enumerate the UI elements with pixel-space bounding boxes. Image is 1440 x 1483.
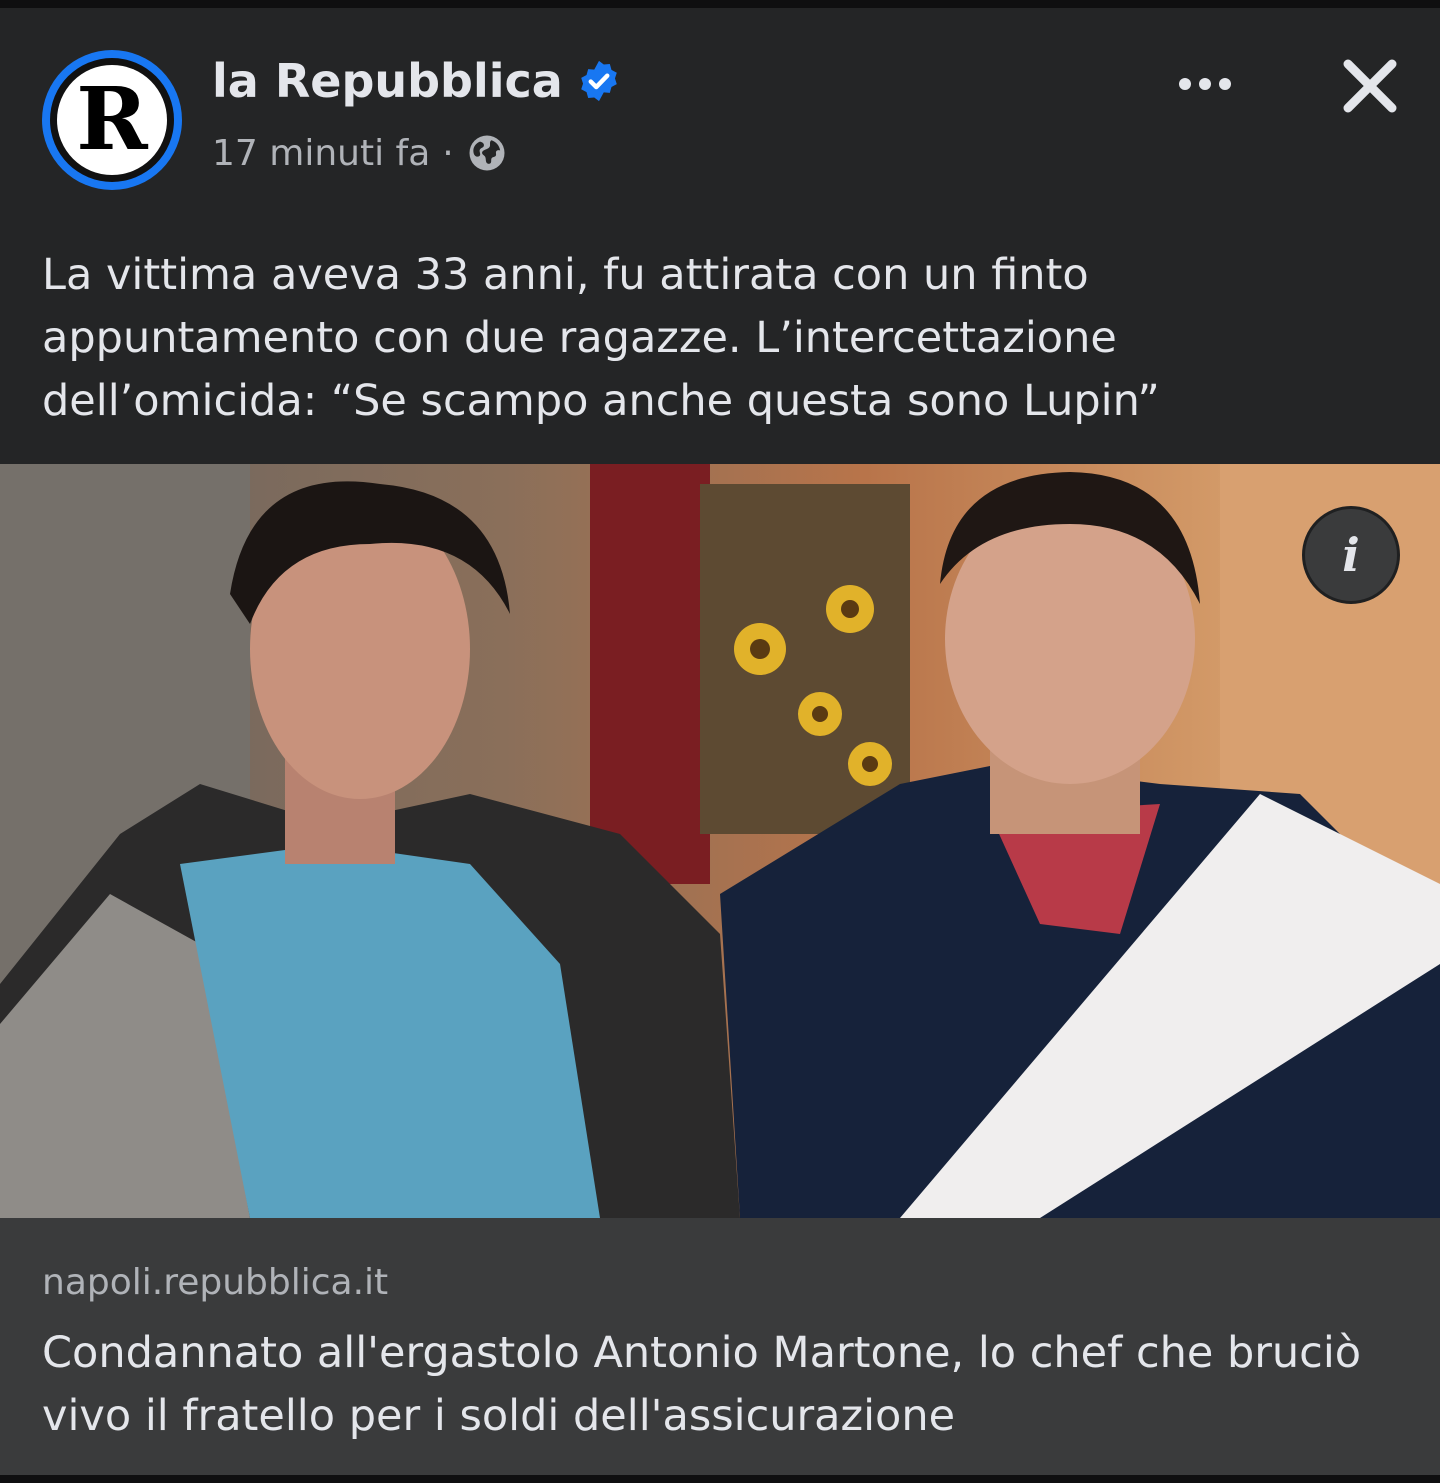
image-info-button[interactable]: i [1302, 506, 1400, 604]
globe-icon [469, 135, 505, 171]
post-timestamp[interactable]: 17 minuti fa [212, 133, 430, 174]
more-options-icon [1179, 78, 1191, 90]
close-button[interactable] [1328, 44, 1412, 128]
post-header: R la Repubblica 17 minuti fa · [0, 8, 1440, 208]
page-avatar[interactable]: R [42, 50, 182, 190]
link-title: Condannato all'ergastolo Antonio Martone… [42, 1328, 1362, 1441]
post-card: R la Repubblica 17 minuti fa · La vittim… [0, 8, 1440, 1475]
post-meta: 17 minuti fa · [212, 132, 508, 174]
more-options-button[interactable] [1160, 52, 1250, 116]
close-icon [1343, 59, 1397, 113]
page-name-link[interactable]: la Repubblica [212, 54, 621, 108]
page-name: la Repubblica [212, 54, 563, 108]
post-text: La vittima aveva 33 anni, fu attirata co… [42, 250, 1160, 426]
link-preview[interactable]: napoli.repubblica.it Condannato all'erga… [0, 1218, 1440, 1475]
meta-separator: · [442, 132, 454, 174]
link-domain: napoli.repubblica.it [42, 1262, 389, 1303]
verified-badge-icon [581, 60, 617, 102]
avatar-logo: R [57, 65, 167, 175]
post-image[interactable]: i [0, 464, 1440, 1218]
photo-illustration [0, 464, 1440, 1218]
